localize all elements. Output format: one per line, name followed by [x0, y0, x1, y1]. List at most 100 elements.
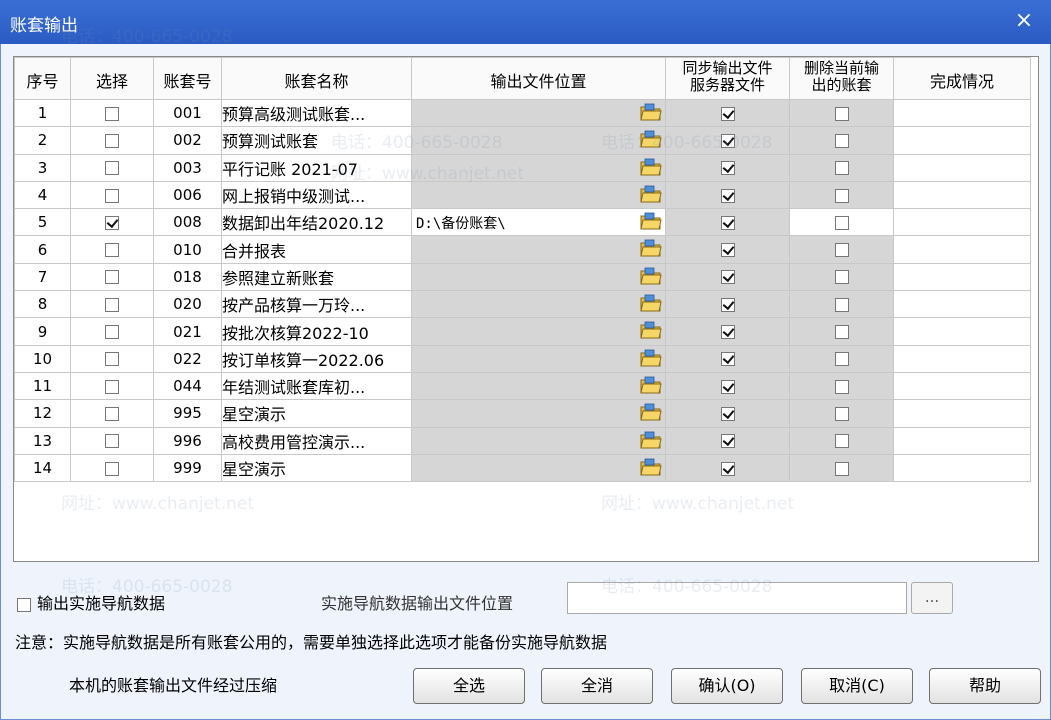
table-row[interactable]: 12 995 星空演示	[14, 399, 1031, 428]
row-select-cell[interactable]	[70, 153, 154, 182]
folder-icon[interactable]	[640, 294, 662, 313]
folder-icon[interactable]	[640, 321, 662, 340]
row-path-cell[interactable]: D:\备份账套\	[411, 208, 666, 237]
row-sync-checkbox[interactable]	[720, 379, 735, 394]
row-delete-checkbox[interactable]	[834, 161, 849, 176]
row-sync-checkbox[interactable]	[720, 434, 735, 449]
row-delete-cell[interactable]	[789, 262, 894, 292]
row-sync-checkbox[interactable]	[720, 243, 735, 258]
row-path-cell[interactable]	[411, 126, 666, 155]
row-select-cell[interactable]	[70, 371, 154, 401]
row-path-cell[interactable]	[411, 371, 666, 401]
row-select-checkbox[interactable]	[105, 297, 119, 312]
row-sync-checkbox[interactable]	[720, 325, 735, 340]
row-delete-checkbox[interactable]	[834, 270, 849, 285]
table-row[interactable]: 13 996 高校费用管控演示...	[14, 426, 1031, 455]
row-select-cell[interactable]	[70, 180, 154, 210]
row-select-checkbox[interactable]	[105, 325, 119, 340]
row-delete-checkbox[interactable]	[834, 133, 849, 148]
row-delete-cell[interactable]	[789, 426, 894, 455]
help-button[interactable]: 帮助	[929, 668, 1041, 704]
row-select-checkbox[interactable]	[105, 352, 119, 367]
row-delete-checkbox[interactable]	[834, 379, 849, 394]
row-delete-checkbox[interactable]	[834, 188, 849, 203]
row-select-cell[interactable]	[70, 126, 154, 155]
nav-data-checkbox-row[interactable]: 输出实施导航数据	[17, 590, 165, 614]
row-sync-cell[interactable]	[665, 317, 790, 346]
table-row[interactable]: 10 022 按订单核算一2022.06	[14, 344, 1031, 373]
row-delete-cell[interactable]	[789, 317, 894, 346]
row-select-cell[interactable]	[70, 399, 154, 428]
row-path-cell[interactable]	[411, 317, 666, 346]
folder-icon[interactable]	[640, 349, 662, 368]
row-select-cell[interactable]	[70, 98, 154, 128]
row-select-checkbox[interactable]	[105, 270, 119, 285]
table-row[interactable]: 6 010 合并报表	[14, 235, 1031, 264]
browse-button[interactable]: ...	[911, 582, 953, 614]
row-select-cell[interactable]	[70, 208, 154, 237]
row-select-checkbox[interactable]	[105, 406, 119, 421]
folder-icon[interactable]	[640, 185, 662, 204]
row-delete-checkbox[interactable]	[834, 325, 849, 340]
row-select-checkbox[interactable]	[105, 215, 119, 230]
row-sync-cell[interactable]	[665, 126, 790, 155]
table-row[interactable]: 11 044 年结测试账套库初...	[14, 371, 1031, 401]
folder-icon[interactable]	[640, 212, 662, 231]
folder-icon[interactable]	[640, 239, 662, 258]
table-row[interactable]: 14 999 星空演示	[14, 453, 1031, 483]
row-sync-cell[interactable]	[665, 262, 790, 292]
row-select-cell[interactable]	[70, 290, 154, 319]
row-sync-cell[interactable]	[665, 453, 790, 483]
row-path-cell[interactable]	[411, 344, 666, 373]
row-select-checkbox[interactable]	[105, 379, 119, 394]
row-delete-checkbox[interactable]	[834, 406, 849, 421]
row-delete-checkbox[interactable]	[834, 297, 849, 312]
row-delete-cell[interactable]	[789, 344, 894, 373]
row-sync-checkbox[interactable]	[720, 106, 735, 121]
folder-icon[interactable]	[640, 267, 662, 286]
row-sync-cell[interactable]	[665, 399, 790, 428]
row-delete-cell[interactable]	[789, 371, 894, 401]
row-path-cell[interactable]	[411, 180, 666, 210]
row-select-checkbox[interactable]	[105, 461, 119, 476]
row-select-checkbox[interactable]	[105, 434, 119, 449]
row-select-checkbox[interactable]	[105, 106, 119, 121]
folder-icon[interactable]	[640, 376, 662, 395]
row-select-cell[interactable]	[70, 317, 154, 346]
row-path-cell[interactable]	[411, 98, 666, 128]
row-sync-checkbox[interactable]	[720, 406, 735, 421]
row-sync-cell[interactable]	[665, 98, 790, 128]
row-delete-cell[interactable]	[789, 98, 894, 128]
nav-data-checkbox[interactable]	[17, 597, 31, 612]
row-select-checkbox[interactable]	[105, 161, 119, 176]
row-path-cell[interactable]	[411, 235, 666, 264]
table-row[interactable]: 8 020 按产品核算一万玲...	[14, 290, 1031, 319]
row-sync-checkbox[interactable]	[720, 188, 735, 203]
close-icon[interactable]: ×	[1011, 8, 1037, 34]
row-path-cell[interactable]	[411, 399, 666, 428]
row-sync-checkbox[interactable]	[720, 297, 735, 312]
row-delete-cell[interactable]	[789, 208, 894, 237]
row-select-checkbox[interactable]	[105, 243, 119, 258]
row-select-cell[interactable]	[70, 262, 154, 292]
row-select-cell[interactable]	[70, 453, 154, 483]
row-sync-checkbox[interactable]	[720, 352, 735, 367]
row-sync-cell[interactable]	[665, 426, 790, 455]
table-row[interactable]: 7 018 参照建立新账套	[14, 262, 1031, 292]
row-delete-checkbox[interactable]	[834, 243, 849, 258]
row-sync-checkbox[interactable]	[720, 215, 735, 230]
table-row[interactable]: 5 008 数据卸出年结2020.12 D:\备份账套\	[14, 208, 1031, 237]
row-sync-cell[interactable]	[665, 153, 790, 182]
row-select-cell[interactable]	[70, 344, 154, 373]
row-sync-cell[interactable]	[665, 208, 790, 237]
row-delete-cell[interactable]	[789, 126, 894, 155]
table-row[interactable]: 2 002 预算测试账套	[14, 126, 1031, 155]
row-sync-checkbox[interactable]	[720, 161, 735, 176]
deselect-all-button[interactable]: 全消	[541, 668, 653, 704]
folder-icon[interactable]	[640, 103, 662, 122]
row-sync-checkbox[interactable]	[720, 270, 735, 285]
row-delete-cell[interactable]	[789, 453, 894, 483]
row-path-cell[interactable]	[411, 153, 666, 182]
folder-icon[interactable]	[640, 403, 662, 422]
folder-icon[interactable]	[640, 458, 662, 477]
